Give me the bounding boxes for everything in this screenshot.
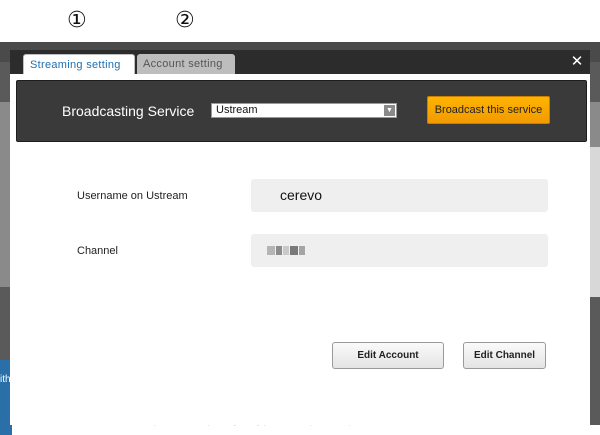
edit-account-button[interactable]: Edit Account xyxy=(332,342,444,369)
tab-account-setting[interactable]: Account setting xyxy=(137,54,235,74)
dialog-tab-bar: Streaming setting Account setting ✕ xyxy=(10,50,590,74)
service-select-value: Ustream xyxy=(216,104,258,116)
close-icon[interactable]: ✕ xyxy=(568,53,586,71)
tab-streaming-setting[interactable]: Streaming setting xyxy=(23,54,135,74)
username-label: Username on Ustream xyxy=(77,190,188,202)
broadcast-this-service-button[interactable]: Broadcast this service xyxy=(427,96,550,124)
broadcasting-service-bar: Broadcasting Service Ustream ▼ Broadcast… xyxy=(16,80,587,142)
chevron-down-icon[interactable]: ▼ xyxy=(384,105,395,116)
username-field[interactable]: cerevo xyxy=(251,179,548,212)
annotation-marker-1: ① xyxy=(67,8,87,33)
channel-field[interactable] xyxy=(251,234,548,267)
background-blue-text: ith xyxy=(0,374,11,385)
broadcasting-service-select[interactable]: Ustream ▼ xyxy=(211,103,397,118)
settings-dialog: Streaming setting Account setting ✕ Broa… xyxy=(10,50,590,425)
edit-channel-button[interactable]: Edit Channel xyxy=(463,342,546,369)
annotation-marker-2: ② xyxy=(175,8,195,33)
channel-label: Channel xyxy=(77,245,118,257)
pixelated-channel-value xyxy=(267,246,305,255)
broadcasting-service-label: Broadcasting Service xyxy=(62,103,195,119)
dialog-content: Broadcasting Service Ustream ▼ Broadcast… xyxy=(10,74,590,425)
